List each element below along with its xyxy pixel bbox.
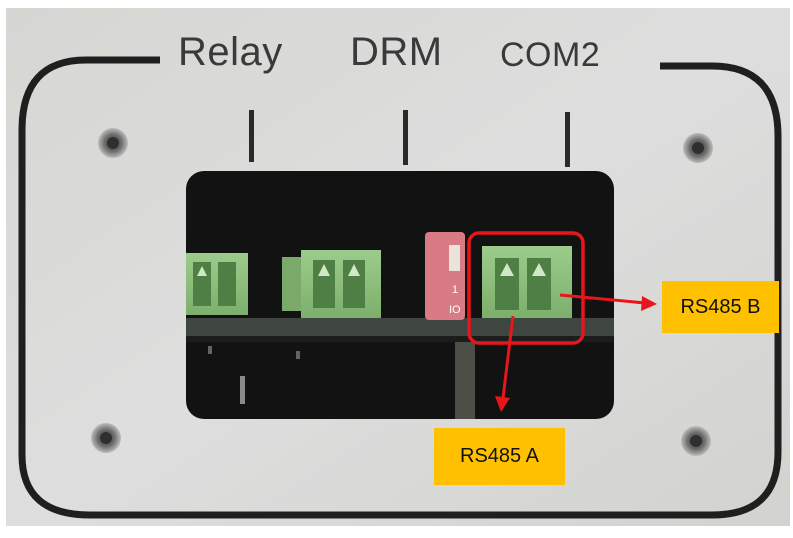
relay-tick [249, 110, 254, 162]
com2-tick [565, 112, 570, 167]
drm-tick [403, 110, 408, 165]
screw-bottom-left [91, 423, 121, 453]
com2-label: COM2 [500, 36, 601, 74]
pcb-board [186, 318, 614, 336]
panel-photo: 1 IO [0, 0, 793, 533]
rs485-b-label: RS485 B [680, 295, 761, 318]
drm-terminal-block [282, 250, 381, 318]
screw-top-right [683, 133, 713, 163]
rs485-a-callout: RS485 A [434, 428, 565, 485]
screw-bottom-right [681, 426, 711, 456]
relay-label: Relay [178, 30, 283, 74]
photo: 1 IO Relay DRM COM2 RS485 B RS485 A [0, 0, 793, 533]
dip-mark-1: 1 [452, 284, 458, 296]
rs485-b-callout: RS485 B [662, 281, 779, 333]
drm-label: DRM [350, 30, 443, 74]
rs485-a-label: RS485 A [460, 445, 539, 467]
screw-top-left [98, 128, 128, 158]
dip-mark-io: IO [449, 304, 461, 316]
dip-switch: 1 IO [425, 232, 465, 320]
relay-terminal-block [186, 253, 248, 315]
com2-terminal-block [482, 246, 572, 318]
